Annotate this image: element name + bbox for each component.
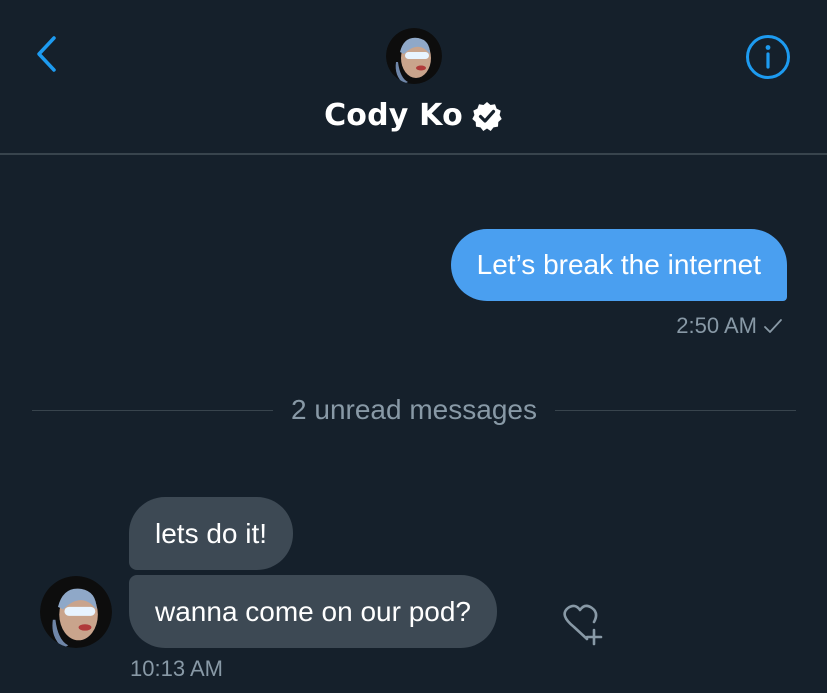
contact-avatar[interactable] xyxy=(386,28,442,84)
unread-count-label: 2 unread messages xyxy=(291,394,537,425)
outgoing-message-meta: 2:50 AM xyxy=(676,313,783,339)
checkmark-icon xyxy=(764,319,782,333)
outgoing-message-time: 2:50 AM xyxy=(676,313,757,338)
incoming-message-text: wanna come on our pod? xyxy=(155,595,471,627)
outgoing-message-bubble[interactable]: Let’s break the internet xyxy=(450,229,787,301)
divider-line-left xyxy=(32,409,274,411)
info-icon xyxy=(746,35,790,79)
contact-name: Cody Ko xyxy=(324,98,463,133)
divider-line-right xyxy=(554,409,796,411)
dm-conversation-screen: Cody Ko Let’s break the internet 2:50 AM xyxy=(0,0,827,693)
conversation-header: Cody Ko xyxy=(0,0,827,155)
outgoing-message-text: Let’s break the internet xyxy=(476,249,761,280)
react-heart-button[interactable] xyxy=(556,603,606,647)
contact-name-row[interactable]: Cody Ko xyxy=(0,98,827,133)
unread-divider: 2 unread messages xyxy=(32,392,796,428)
chevron-left-icon xyxy=(37,36,56,72)
incoming-message-time: 10:13 AM xyxy=(130,656,223,681)
heart-plus-icon xyxy=(563,604,603,646)
conversation-info-button[interactable] xyxy=(745,34,791,80)
back-button[interactable] xyxy=(24,32,68,76)
verified-badge-icon xyxy=(471,100,503,132)
incoming-message-bubble[interactable]: wanna come on our pod? xyxy=(129,575,497,648)
incoming-message-bubble[interactable]: lets do it! xyxy=(129,497,294,570)
incoming-message-text: lets do it! xyxy=(155,517,268,549)
sender-avatar[interactable] xyxy=(40,576,112,648)
